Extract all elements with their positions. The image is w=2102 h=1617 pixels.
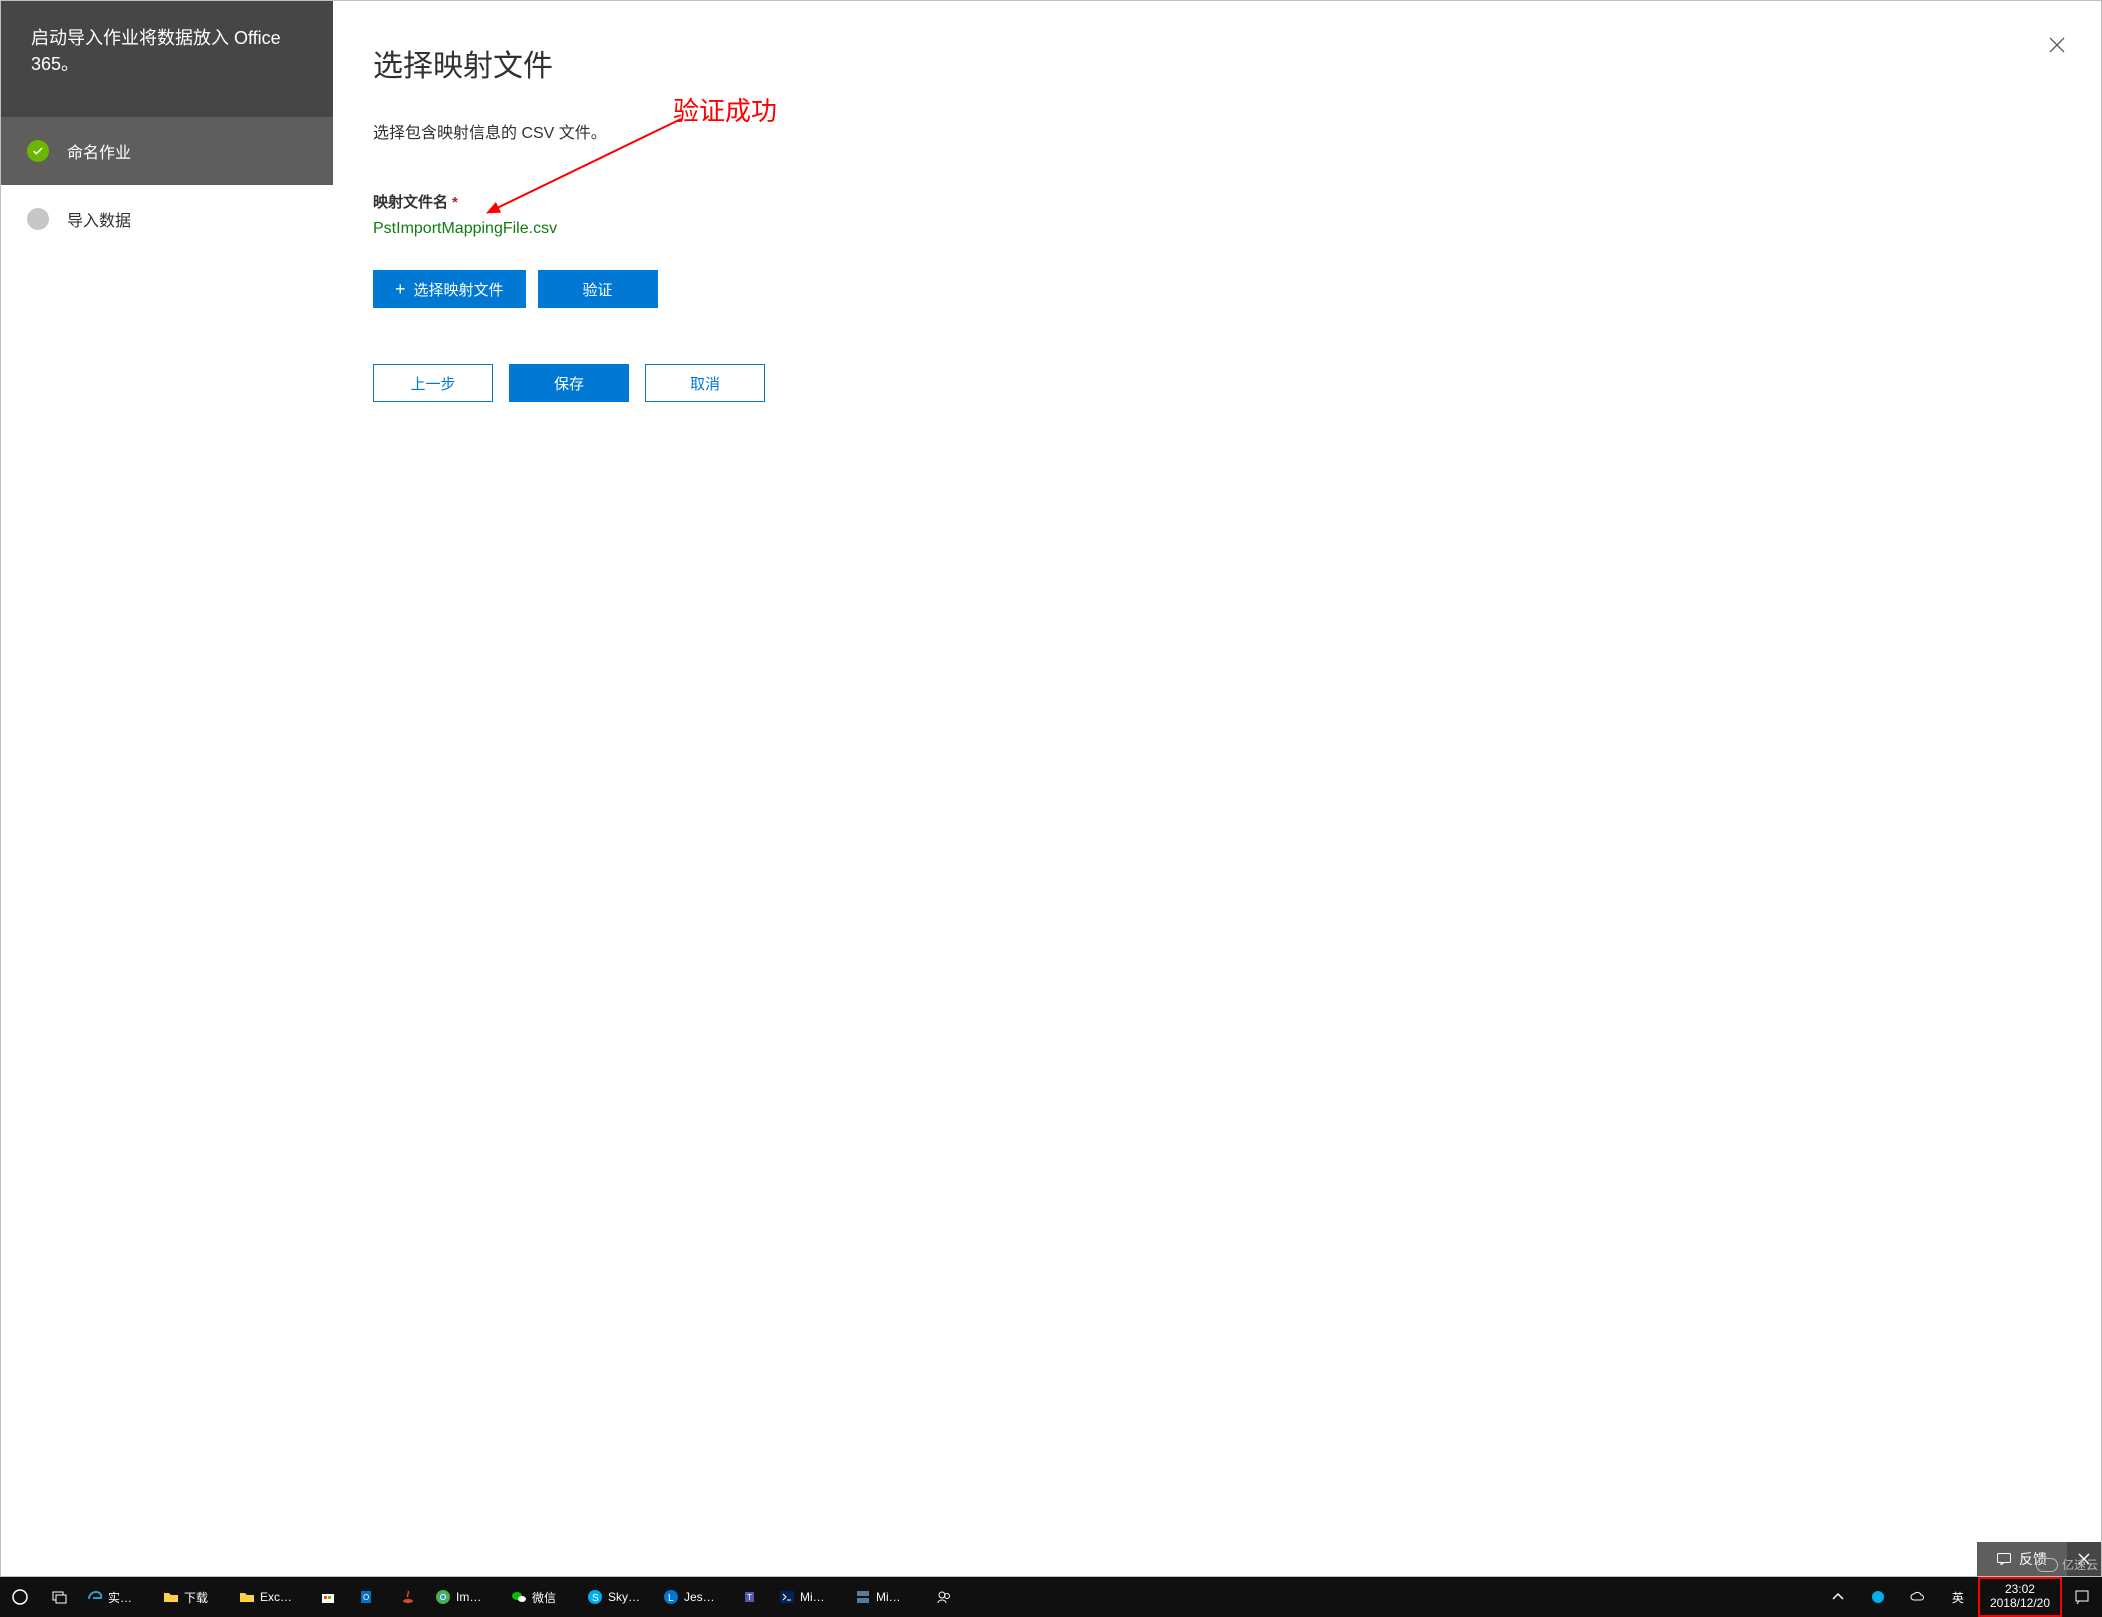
wizard-sidebar: 启动导入作业将数据放入 Office 365。 命名作业 导入数据: [1, 1, 333, 1576]
page-title: 选择映射文件: [373, 41, 2061, 85]
tray-onedrive[interactable]: [1898, 1577, 1938, 1617]
chevron-up-icon: [1829, 1588, 1847, 1606]
check-icon: [27, 140, 49, 162]
clock-time: 23:02: [2005, 1583, 2035, 1597]
skype-tray-icon: [1869, 1588, 1887, 1606]
taskbar-cortana[interactable]: [0, 1577, 40, 1617]
clock-date: 2018/12/20: [1990, 1597, 2050, 1611]
people-icon: [935, 1588, 953, 1606]
step-label: 命名作业: [67, 139, 131, 163]
server-icon: [854, 1588, 872, 1606]
system-tray: 英 23:02 2018/12/20: [1818, 1577, 2102, 1617]
taskbar-people[interactable]: [924, 1577, 964, 1617]
close-icon: [2047, 35, 2067, 55]
step-bullet-icon: [27, 208, 49, 230]
step-label: 导入数据: [67, 207, 131, 231]
taskbar-wechat[interactable]: 微信: [504, 1577, 580, 1617]
taskbar-explorer-downloads[interactable]: 下载: [156, 1577, 232, 1617]
skype-icon: S: [586, 1588, 604, 1606]
cortana-icon: [11, 1588, 29, 1606]
ime-label: 英: [1952, 1589, 1964, 1606]
watermark: 亿速云: [2036, 1556, 2098, 1573]
taskbar-outlook[interactable]: O: [348, 1577, 388, 1617]
taskbar-edge[interactable]: 实…: [80, 1577, 156, 1617]
main-panel: 选择映射文件 选择包含映射信息的 CSV 文件。 映射文件名* PstImpor…: [333, 1, 2101, 1576]
svg-text:T: T: [747, 1593, 752, 1602]
taskbar-skype[interactable]: SSky…: [580, 1577, 656, 1617]
taskbar-powershell[interactable]: Mi…: [772, 1577, 848, 1617]
edge-icon: [86, 1588, 104, 1606]
folder-icon: [162, 1588, 180, 1606]
taskbar-chrome[interactable]: Im…: [428, 1577, 504, 1617]
required-mark: *: [452, 194, 458, 211]
taskbar-teams[interactable]: T: [732, 1577, 772, 1617]
sidebar-title: 启动导入作业将数据放入 Office 365。: [1, 1, 333, 117]
taskbar-explorer-exc[interactable]: Exc…: [232, 1577, 308, 1617]
chrome-icon: [434, 1588, 452, 1606]
tray-ime[interactable]: 英: [1938, 1577, 1978, 1617]
tray-notifications[interactable]: [2062, 1577, 2102, 1617]
taskview-icon: [51, 1588, 69, 1606]
wechat-icon: [510, 1588, 528, 1606]
wizard-steps: 命名作业 导入数据: [1, 117, 333, 253]
folder-icon: [238, 1588, 256, 1606]
java-icon: [399, 1588, 417, 1606]
taskbar-java[interactable]: [388, 1577, 428, 1617]
taskbar-clock[interactable]: 23:02 2018/12/20: [1978, 1577, 2062, 1617]
cloud-icon: [1909, 1588, 1927, 1606]
taskbar-taskview[interactable]: [40, 1577, 80, 1617]
mapping-file-label: 映射文件名*: [373, 191, 2061, 212]
store-icon: [319, 1588, 337, 1606]
outlook-icon: O: [359, 1588, 377, 1606]
tray-skype[interactable]: [1858, 1577, 1898, 1617]
svg-text:S: S: [592, 1593, 599, 1604]
step-name-job[interactable]: 命名作业: [1, 117, 333, 185]
notification-icon: [2073, 1588, 2091, 1606]
taskbar-store[interactable]: [308, 1577, 348, 1617]
teams-icon: T: [743, 1588, 761, 1606]
taskbar-servermgr[interactable]: Mi…: [848, 1577, 924, 1617]
cancel-button[interactable]: 取消: [645, 364, 765, 402]
taskbar-lync[interactable]: LJes…: [656, 1577, 732, 1617]
page-description: 选择包含映射信息的 CSV 文件。: [373, 119, 2061, 143]
back-button[interactable]: 上一步: [373, 364, 493, 402]
lync-icon: L: [662, 1588, 680, 1606]
close-button[interactable]: [2041, 29, 2073, 61]
tray-overflow[interactable]: [1818, 1577, 1858, 1617]
windows-taskbar: 实… 下载 Exc… O Im… 微信 SSky… LJes… T Mi… Mi…: [0, 1577, 2102, 1617]
select-mapping-file-button[interactable]: 选择映射文件: [373, 270, 526, 308]
mapping-file-value: PstImportMappingFile.csv: [373, 220, 2061, 238]
svg-text:O: O: [363, 1593, 369, 1602]
svg-text:L: L: [668, 1593, 674, 1604]
powershell-icon: [778, 1588, 796, 1606]
feedback-icon: [1997, 1553, 2011, 1565]
validate-button[interactable]: 验证: [538, 270, 658, 308]
step-import-data[interactable]: 导入数据: [1, 185, 333, 253]
cloud-icon: [2036, 1558, 2058, 1572]
save-button[interactable]: 保存: [509, 364, 629, 402]
